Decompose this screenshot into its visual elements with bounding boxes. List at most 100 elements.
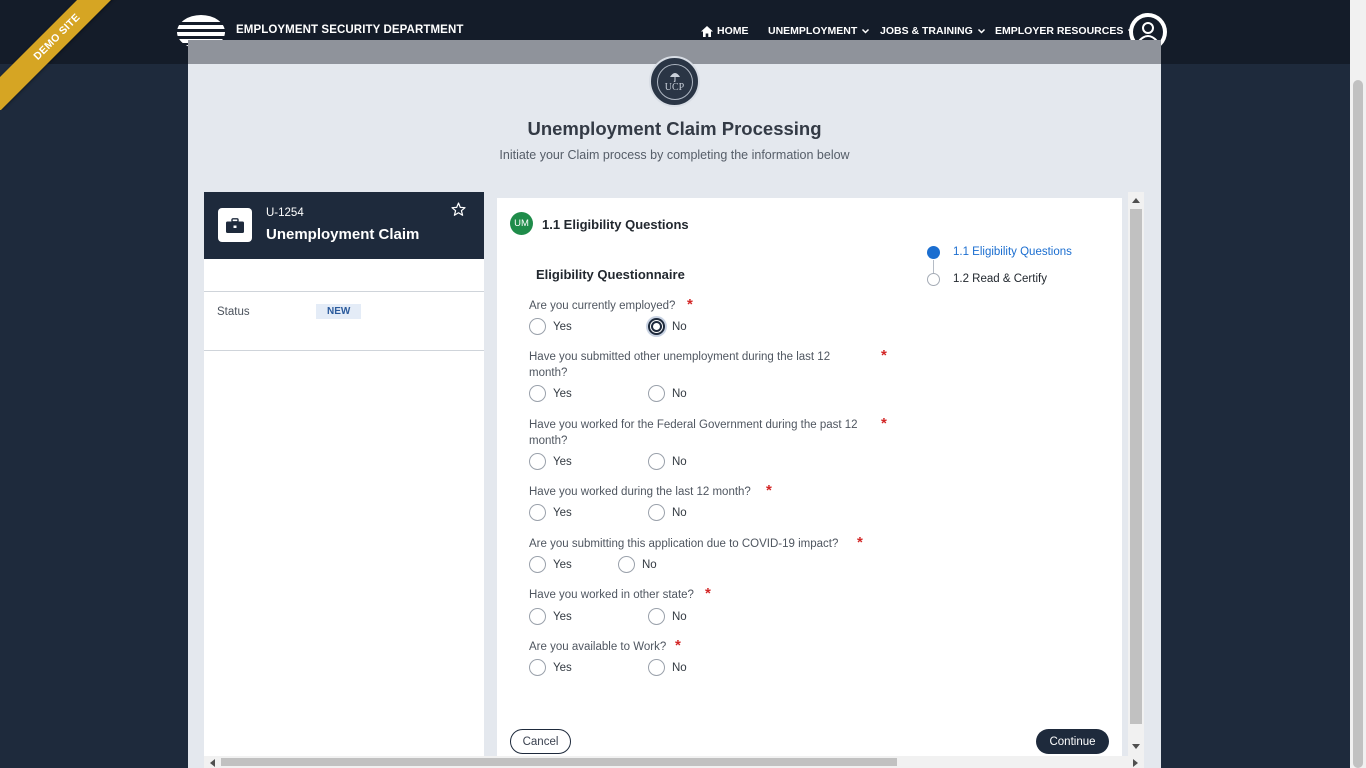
q3-option-yes[interactable]: Yes (529, 453, 572, 470)
question-text: Are you available to Work? (529, 641, 667, 653)
page-subtitle: Initiate your Claim process by completin… (499, 148, 850, 162)
radio-button[interactable] (529, 556, 546, 573)
page-scrollbar[interactable] (1350, 0, 1366, 768)
option-label: No (672, 506, 687, 519)
home-icon (701, 25, 713, 37)
form-horizontal-scrollbar[interactable] (204, 756, 1144, 768)
radio-button[interactable] (648, 659, 665, 676)
q7-option-yes[interactable]: Yes (529, 659, 572, 676)
required-marker: * (857, 534, 863, 551)
status-badge: NEW (316, 304, 362, 319)
ucp-badge-text: UCP (664, 81, 685, 93)
status-label: Status (217, 306, 250, 318)
chevron-down-icon (977, 28, 985, 34)
radio-button[interactable] (529, 659, 546, 676)
page-scrollbar-thumb[interactable] (1353, 80, 1363, 768)
step-indicator-todo (927, 273, 940, 286)
page-title: Unemployment Claim Processing (527, 118, 822, 139)
radio-button-selected[interactable] (648, 318, 665, 335)
question-available-to-work: Are you available to Work? (529, 639, 859, 655)
star-icon[interactable] (451, 202, 466, 217)
scroll-up-arrow-icon[interactable] (1132, 197, 1140, 203)
step-indicator-active (927, 246, 940, 259)
required-marker: * (766, 482, 772, 499)
q4-option-yes[interactable]: Yes (529, 504, 572, 521)
scroll-down-arrow-icon[interactable] (1132, 744, 1140, 750)
nav-unemployment-label: UNEMPLOYMENT (768, 25, 858, 37)
option-label: No (672, 455, 687, 468)
case-header: U-1254 Unemployment Claim (204, 192, 484, 259)
department-name[interactable]: EMPLOYMENT SECURITY DEPARTMENT (236, 24, 463, 36)
nav-home[interactable]: HOME (701, 25, 749, 37)
radio-button[interactable] (648, 608, 665, 625)
q5-option-no[interactable]: No (618, 556, 657, 573)
question-federal-government: Have you worked for the Federal Governme… (529, 417, 859, 449)
nav-unemployment[interactable]: UNEMPLOYMENT (768, 25, 870, 37)
option-label: Yes (553, 610, 572, 623)
required-marker: * (687, 296, 693, 313)
form-vertical-scrollbar-thumb[interactable] (1130, 209, 1142, 724)
q1-option-no[interactable]: No (648, 318, 687, 335)
radio-button[interactable] (648, 504, 665, 521)
option-label: Yes (553, 558, 572, 571)
q5-option-yes[interactable]: Yes (529, 556, 572, 573)
umbrella-icon (669, 72, 680, 82)
briefcase-icon (218, 208, 252, 242)
required-marker: * (705, 585, 711, 602)
option-label: No (672, 610, 687, 623)
radio-button[interactable] (529, 608, 546, 625)
required-marker: * (881, 347, 887, 364)
radio-button[interactable] (529, 504, 546, 521)
nav-jobs-label: JOBS & TRAINING (880, 25, 973, 37)
nav-employer-resources[interactable]: EMPLOYER RESOURCES (995, 25, 1136, 37)
chevron-down-icon (862, 28, 870, 34)
q1-option-yes[interactable]: Yes (529, 318, 572, 335)
case-name: Unemployment Claim (266, 226, 420, 243)
nav-employer-label: EMPLOYER RESOURCES (995, 25, 1124, 37)
q2-option-yes[interactable]: Yes (529, 385, 572, 402)
divider (204, 291, 484, 292)
scroll-right-arrow-icon[interactable] (1133, 759, 1139, 767)
question-worked-last-12-month: Have you worked during the last 12 month… (529, 484, 859, 500)
q6-option-no[interactable]: No (648, 608, 687, 625)
q2-option-no[interactable]: No (648, 385, 687, 402)
section-title: 1.1 Eligibility Questions (542, 217, 689, 232)
ucp-logo-badge: UCP (649, 56, 700, 107)
nav-jobs-training[interactable]: JOBS & TRAINING (880, 25, 986, 37)
option-label: No (672, 320, 687, 333)
question-text: Have you submitted other unemployment du… (529, 351, 831, 379)
question-text: Have you worked in other state? (529, 589, 694, 601)
question-other-state: Have you worked in other state? (529, 587, 859, 603)
nav-home-label: HOME (717, 25, 749, 37)
question-text: Are you currently employed? (529, 300, 676, 312)
required-marker: * (675, 637, 681, 654)
case-summary-panel: Status NEW (204, 259, 484, 768)
q3-option-no[interactable]: No (648, 453, 687, 470)
ucp-logo-icon: UCP (656, 63, 693, 100)
radio-button[interactable] (529, 453, 546, 470)
question-other-unemployment: Have you submitted other unemployment du… (529, 349, 859, 381)
case-id: U-1254 (266, 207, 304, 219)
step-read-certify[interactable]: 1.2 Read & Certify (953, 273, 1047, 285)
question-currently-employed: Are you currently employed? (529, 298, 859, 314)
radio-button[interactable] (529, 318, 546, 335)
option-label: No (672, 661, 687, 674)
q7-option-no[interactable]: No (648, 659, 687, 676)
option-label: Yes (553, 455, 572, 468)
form-horizontal-scrollbar-thumb[interactable] (221, 758, 897, 766)
q6-option-yes[interactable]: Yes (529, 608, 572, 625)
radio-button[interactable] (648, 385, 665, 402)
radio-button[interactable] (618, 556, 635, 573)
option-label: Yes (553, 387, 572, 400)
scroll-left-arrow-icon[interactable] (209, 759, 215, 767)
radio-button[interactable] (648, 453, 665, 470)
cancel-button[interactable]: Cancel (510, 729, 571, 754)
q4-option-no[interactable]: No (648, 504, 687, 521)
continue-button[interactable]: Continue (1036, 729, 1109, 754)
option-label: No (672, 387, 687, 400)
step-eligibility-questions[interactable]: 1.1 Eligibility Questions (953, 246, 1072, 258)
questionnaire-title: Eligibility Questionnaire (536, 267, 685, 282)
question-text: Have you worked for the Federal Governme… (529, 419, 858, 447)
radio-button[interactable] (529, 385, 546, 402)
form-vertical-scrollbar[interactable] (1128, 192, 1144, 756)
